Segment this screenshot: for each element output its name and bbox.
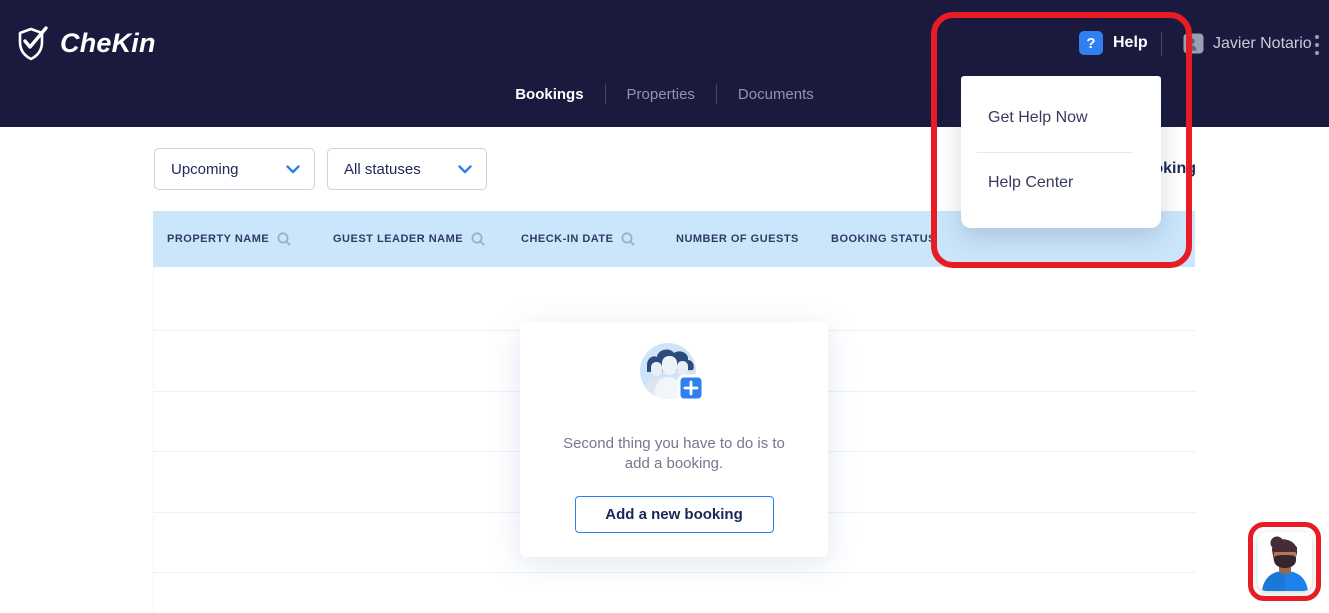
brand-name: CheKin [60, 28, 156, 59]
tab-documents[interactable]: Documents [717, 86, 835, 103]
empty-state-card: Second thing you have to do is to add a … [520, 322, 828, 557]
tab-bookings[interactable]: Bookings [494, 86, 604, 103]
user-badge-icon [1183, 33, 1204, 54]
column-booking-status: BOOKING STATUS [831, 211, 936, 267]
search-icon[interactable] [276, 231, 292, 247]
menu-divider [977, 152, 1133, 153]
help-dropdown-menu: Get Help Now Help Center [961, 76, 1161, 228]
column-check-in-date[interactable]: CHECK-IN DATE [521, 211, 636, 267]
user-name: Javier Notario [1213, 35, 1312, 53]
empty-state-message: Second thing you have to do is to add a … [563, 434, 785, 474]
shield-check-icon [16, 24, 52, 62]
guests-group-plus-icon [634, 340, 714, 416]
question-mark-icon: ? [1079, 31, 1103, 55]
help-button-label: Help [1113, 34, 1148, 52]
person-avatar-image [1258, 532, 1312, 591]
table-row [154, 573, 1196, 613]
chevron-down-icon [286, 165, 300, 174]
help-button[interactable]: ? Help [1079, 31, 1148, 55]
period-filter-select[interactable]: Upcoming [154, 148, 315, 190]
add-new-booking-button[interactable]: Add a new booking [575, 496, 774, 533]
header-divider [1161, 32, 1162, 56]
column-property-name[interactable]: PROPERTY NAME [167, 211, 292, 267]
chekin-app-window: CheKin ? Help Javier Notario Bookings Pr… [0, 0, 1329, 613]
chat-widget-launcher[interactable] [1258, 532, 1312, 591]
search-icon[interactable] [620, 231, 636, 247]
search-icon[interactable] [470, 231, 486, 247]
chekin-logo[interactable]: CheKin [16, 24, 156, 62]
chevron-down-icon [458, 165, 472, 174]
user-menu[interactable]: Javier Notario [1183, 33, 1312, 54]
status-filter-value: All statuses [344, 161, 421, 178]
status-filter-select[interactable]: All statuses [327, 148, 487, 190]
tab-properties[interactable]: Properties [606, 86, 716, 103]
kebab-menu-icon[interactable] [1312, 33, 1322, 57]
column-number-of-guests: NUMBER OF GUESTS [676, 211, 799, 267]
period-filter-value: Upcoming [171, 161, 239, 178]
menu-item-help-center[interactable]: Help Center [988, 174, 1073, 192]
column-guest-leader-name[interactable]: GUEST LEADER NAME [333, 211, 486, 267]
menu-item-get-help-now[interactable]: Get Help Now [988, 109, 1088, 127]
